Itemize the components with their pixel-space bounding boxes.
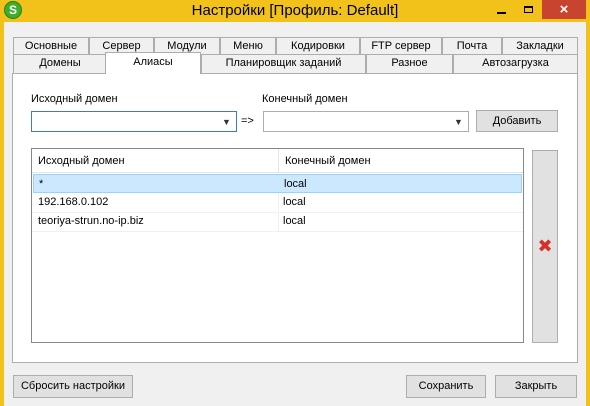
minimize-icon — [497, 11, 506, 14]
save-button[interactable]: Сохранить — [406, 375, 486, 398]
maximize-button[interactable] — [515, 0, 542, 19]
tab-osnovnye[interactable]: Основные — [13, 37, 89, 55]
row-gridline — [32, 231, 523, 232]
cell-source: 192.168.0.102 — [38, 196, 109, 208]
delete-x-icon: ✖ — [537, 236, 553, 256]
column-header-source[interactable]: Исходный домен — [32, 149, 278, 173]
close-button[interactable]: Закрыть — [495, 375, 577, 398]
maximize-icon — [524, 6, 533, 13]
tab-domeny[interactable]: Домены — [13, 54, 107, 73]
tab-aliasy[interactable]: Алиасы — [105, 52, 201, 74]
chevron-down-icon[interactable]: ▼ — [220, 114, 233, 129]
delete-alias-button[interactable]: ✖ — [532, 150, 558, 343]
tab-raznoe[interactable]: Разное — [366, 54, 453, 73]
row-gridline — [32, 212, 523, 213]
minimize-button[interactable] — [488, 0, 515, 19]
chevron-down-icon[interactable]: ▼ — [452, 114, 465, 129]
window-frame-right — [586, 22, 590, 406]
tab-zakladki[interactable]: Закладки — [502, 37, 578, 55]
tab-planirovshchik-zadaniy[interactable]: Планировщик заданий — [201, 54, 366, 73]
app-icon[interactable]: S — [4, 1, 22, 19]
window-title: Настройки [Профиль: Default] — [191, 2, 399, 19]
close-window-button[interactable]: × — [542, 0, 586, 19]
arrow-label: => — [241, 115, 254, 127]
list-header: Исходный домен Конечный домен — [32, 149, 523, 173]
column-header-target[interactable]: Конечный домен — [279, 149, 523, 173]
target-domain-label: Конечный домен — [262, 93, 348, 105]
source-domain-combobox[interactable]: ▼ — [31, 111, 237, 132]
tab-pochta[interactable]: Почта — [442, 37, 502, 55]
tab-menu[interactable]: Меню — [220, 37, 276, 55]
cell-source: teoriya-strun.no-ip.biz — [38, 215, 144, 227]
list-row-selected[interactable]: * local — [33, 174, 522, 193]
tab-avtozagruzka[interactable]: Автозагрузка — [453, 54, 578, 73]
cell-source: * — [39, 178, 44, 190]
reset-settings-button[interactable]: Сбросить настройки — [13, 375, 133, 398]
target-domain-combobox[interactable]: ▼ — [263, 111, 469, 132]
cell-target: local — [284, 178, 307, 190]
add-button[interactable]: Добавить — [476, 110, 558, 132]
close-icon: × — [559, 1, 569, 18]
source-domain-label: Исходный домен — [31, 93, 118, 105]
cell-target: local — [283, 196, 306, 208]
aliases-list[interactable]: Исходный домен Конечный домен * local 19… — [31, 148, 524, 343]
cell-target: local — [283, 215, 306, 227]
tab-kodirovki[interactable]: Кодировки — [276, 37, 360, 55]
tab-ftp-server[interactable]: FTP сервер — [360, 37, 442, 55]
